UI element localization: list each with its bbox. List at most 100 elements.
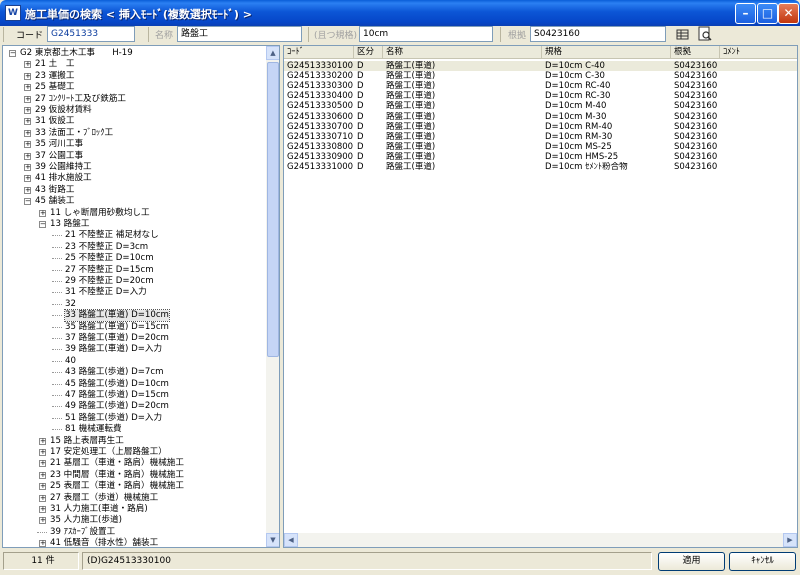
tree-node[interactable]: +21 基層工（車道・路肩）機械施工 xyxy=(3,458,265,469)
expand-icon[interactable]: + xyxy=(24,129,31,137)
expand-icon[interactable]: + xyxy=(24,61,31,69)
collapse-icon[interactable]: − xyxy=(9,50,16,57)
tree-node[interactable]: +35 人力施工(歩道) xyxy=(3,515,265,526)
tree-node[interactable]: +41 排水施設工 xyxy=(3,173,265,184)
expand-icon[interactable]: + xyxy=(24,107,31,114)
table-row[interactable]: G24513331000 D 路盤工(車道) D=10cm ｾﾒﾝﾄ粉合物 S04231… xyxy=(284,162,797,172)
expand-icon[interactable]: + xyxy=(39,437,46,445)
cancel-button[interactable]: ｷｬﾝｾﾙ xyxy=(729,552,796,571)
expand-icon[interactable]: + xyxy=(39,471,46,479)
tree-node[interactable]: +31 仮設工 xyxy=(3,116,265,127)
tree-node[interactable]: 81 機械運転費 xyxy=(3,424,265,435)
expand-icon[interactable]: + xyxy=(39,517,46,525)
category-tree[interactable]: − G2 東京都土木工事 H-19 +21 土 工 +23 運搬工 +25 基礎工 +27… xyxy=(2,45,280,548)
tree-node[interactable]: +27 表層工（歩道）機械施工 xyxy=(3,493,265,504)
table-row[interactable]: G24513330100 D 路盤工(車道) D=10cm C-40 S0423160 xyxy=(284,61,797,71)
tree-node[interactable]: 49 路盤工(歩道) D=20cm xyxy=(3,401,265,412)
table-row[interactable]: G24513330500 D 路盤工(車道) D=10cm M-40 S0423160 xyxy=(284,101,797,111)
tree-node[interactable]: +23 運搬工 xyxy=(3,71,265,82)
scroll-down-icon[interactable]: ▼ xyxy=(266,533,279,547)
scroll-right-icon[interactable]: ▶ xyxy=(783,533,797,547)
tree-node[interactable]: 35 路盤工(車道) D=15cm xyxy=(3,322,265,333)
basis-input[interactable]: S0423160 xyxy=(530,26,666,42)
tree-node[interactable]: − G2 東京都土木工事 H-19 xyxy=(3,48,265,59)
column-header[interactable]: ｺｰﾄﾞ xyxy=(284,46,354,59)
name-input[interactable]: 路盤工 xyxy=(177,26,302,42)
table-horizontal-scrollbar[interactable]: ◀ ▶ xyxy=(284,533,797,547)
tree-node[interactable]: 25 不陸整正 D=10cm xyxy=(3,253,265,264)
preview-button[interactable] xyxy=(697,26,713,43)
tree-node[interactable]: +17 安定処理工（上層路盤工） xyxy=(3,447,265,458)
table-row[interactable]: G24513330200 D 路盤工(車道) D=10cm C-30 S0423160 xyxy=(284,71,797,81)
tree-node[interactable]: 23 不陸整正 D=3cm xyxy=(3,242,265,253)
scroll-up-icon[interactable]: ▲ xyxy=(266,46,279,60)
table-row[interactable]: G24513330400 D 路盤工(車道) D=10cm RC-30 S0423160 xyxy=(284,91,797,101)
expand-icon[interactable]: + xyxy=(39,494,46,502)
tree-node[interactable]: +21 土 工 xyxy=(3,59,265,70)
table-row[interactable]: G24513330710 D 路盤工(車道) D=10cm RM-30 S0423160 xyxy=(284,132,797,142)
expand-icon[interactable]: + xyxy=(39,540,46,547)
column-header[interactable]: 根拠 xyxy=(671,46,720,59)
column-header[interactable]: 区分 xyxy=(354,46,383,59)
tree-node[interactable]: +39 公園維持工 xyxy=(3,162,265,173)
expand-icon[interactable]: + xyxy=(24,152,31,160)
collapse-icon[interactable]: − xyxy=(24,198,31,206)
expand-icon[interactable]: + xyxy=(24,95,31,103)
tree-node[interactable]: +23 中間層（車道・路肩）機械施工 xyxy=(3,470,265,481)
expand-icon[interactable]: + xyxy=(39,449,46,456)
tree-node[interactable]: −45 舗装工 xyxy=(3,196,265,207)
expand-icon[interactable]: + xyxy=(39,483,46,491)
expand-icon[interactable]: + xyxy=(24,84,31,92)
tree-node[interactable]: +43 街路工 xyxy=(3,185,265,196)
tree-node[interactable]: −13 路盤工 xyxy=(3,219,265,230)
tree-node[interactable]: 39 路盤工(車道) D=入力 xyxy=(3,344,265,355)
tree-node[interactable]: 39 ｱｽｶｰﾌﾞ設置工 xyxy=(3,527,265,538)
tree-node[interactable]: 27 不陸整正 D=15cm xyxy=(3,265,265,276)
minimize-button[interactable]: – xyxy=(735,3,756,24)
tree-node[interactable]: 37 路盤工(車道) D=20cm xyxy=(3,333,265,344)
tree-node[interactable]: 47 路盤工(歩道) D=15cm xyxy=(3,390,265,401)
tree-node[interactable]: 33 路盤工(車道) D=10cm xyxy=(3,309,265,323)
tree-node[interactable]: 31 不陸整正 D=入力 xyxy=(3,287,265,298)
tree-node[interactable]: 29 不陸整正 D=20cm xyxy=(3,276,265,287)
tree-node[interactable]: +25 基礎工 xyxy=(3,82,265,93)
tree-vertical-scrollbar[interactable]: ▲ ▼ xyxy=(266,46,279,547)
expand-icon[interactable]: + xyxy=(24,186,31,194)
tree-node[interactable]: +29 仮設材賃料 xyxy=(3,105,265,116)
tree-node[interactable]: 40 xyxy=(3,356,265,367)
table-row[interactable]: G24513330800 D 路盤工(車道) D=10cm MS-25 S0423160 xyxy=(284,142,797,152)
expand-icon[interactable]: + xyxy=(24,72,31,80)
table-row[interactable]: G24513330700 D 路盤工(車道) D=10cm RM-40 S0423160 xyxy=(284,122,797,132)
maximize-button[interactable]: □ xyxy=(757,3,778,24)
tree-node[interactable]: +27 ｺﾝｸﾘｰﾄ工及び鉄筋工 xyxy=(3,94,265,105)
collapse-icon[interactable]: − xyxy=(39,221,46,228)
tree-node[interactable]: 43 路盤工(歩道) D=7cm xyxy=(3,367,265,378)
table-row[interactable]: G24513330600 D 路盤工(車道) D=10cm M-30 S0423160 xyxy=(284,112,797,122)
table-row[interactable]: G24513330300 D 路盤工(車道) D=10cm RC-40 S0423160 xyxy=(284,81,797,91)
tree-node[interactable]: +37 公園工事 xyxy=(3,151,265,162)
expand-icon[interactable]: + xyxy=(24,175,31,183)
tree-node[interactable]: 51 路盤工(歩道) D=入力 xyxy=(3,413,265,424)
expand-icon[interactable]: + xyxy=(24,141,31,149)
tree-node[interactable]: +11 しゃ断層用砂敷均し工 xyxy=(3,208,265,219)
tree-node[interactable]: +31 人力施工(車道・路肩) xyxy=(3,504,265,515)
expand-icon[interactable]: + xyxy=(39,209,46,217)
tree-node[interactable]: +15 路上表層再生工 xyxy=(3,436,265,447)
scroll-thumb[interactable] xyxy=(267,62,279,357)
tree-node[interactable]: 32 xyxy=(3,299,265,310)
close-button[interactable]: ✕ xyxy=(778,3,799,24)
scroll-left-icon[interactable]: ◀ xyxy=(284,533,298,547)
expand-icon[interactable]: + xyxy=(24,118,31,126)
apply-button[interactable]: 適用 xyxy=(658,552,725,571)
tree-node[interactable]: +25 表層工（車道・路肩）機械施工 xyxy=(3,481,265,492)
column-header[interactable]: 名称 xyxy=(383,46,542,59)
code-input[interactable]: G2451333 xyxy=(47,26,135,42)
spec-input[interactable]: 10cm xyxy=(359,26,493,42)
column-header[interactable]: ｺﾒﾝﾄ xyxy=(720,46,797,59)
expand-icon[interactable]: + xyxy=(39,506,46,513)
expand-icon[interactable]: + xyxy=(39,460,46,468)
tree-node[interactable]: +33 法面工・ﾌﾞﾛｯｸ工 xyxy=(3,128,265,139)
tree-node[interactable]: +35 河川工事 xyxy=(3,139,265,150)
tree-node[interactable]: +41 低騒音（排水性）舗装工 xyxy=(3,538,265,547)
expand-icon[interactable]: + xyxy=(24,164,31,171)
